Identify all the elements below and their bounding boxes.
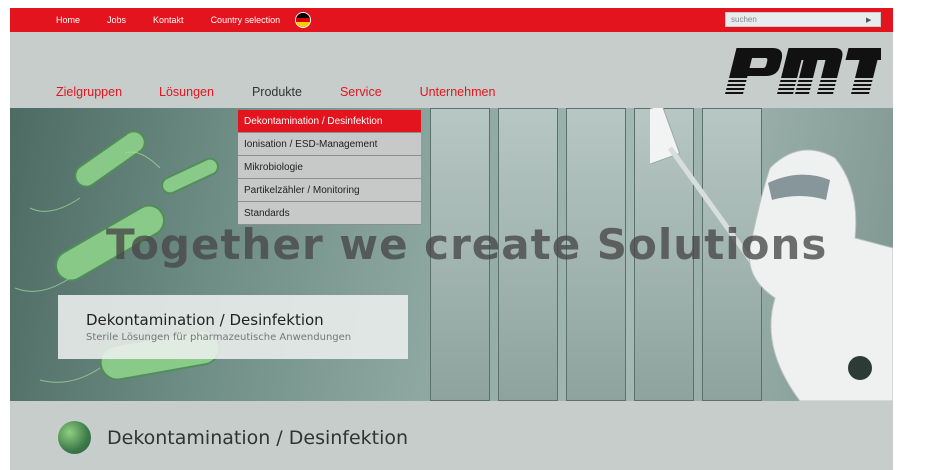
website: Home Jobs Kontakt Country selection ▶: [10, 8, 893, 470]
nav-unternehmen[interactable]: Unternehmen: [420, 85, 496, 99]
top-nav-country-selection-link[interactable]: Country selection: [211, 15, 281, 25]
search-box: ▶: [725, 12, 881, 27]
nav-service[interactable]: Service: [340, 85, 382, 99]
dropdown-item-ionisation[interactable]: Ionisation / ESD-Management: [238, 133, 421, 156]
pmt-logo[interactable]: [716, 42, 893, 100]
page-title: Dekontamination / Desinfektion: [107, 426, 409, 449]
hero-banner: Together we create Solutions Dekontamina…: [10, 108, 893, 401]
germany-flag-icon[interactable]: [295, 12, 312, 28]
page-frame: Home Jobs Kontakt Country selection ▶: [0, 0, 933, 470]
pmt-logo-graphic: [716, 48, 893, 100]
nav-zielgruppen[interactable]: Zielgruppen: [56, 85, 122, 99]
dropdown-item-standards[interactable]: Standards: [238, 202, 421, 225]
top-nav-home-link[interactable]: Home: [56, 15, 80, 25]
top-nav-jobs-link[interactable]: Jobs: [107, 15, 126, 25]
produkte-dropdown-menu: Dekontamination / Desinfektion Ionisatio…: [238, 110, 421, 225]
main-navigation: Zielgruppen Lösungen Produkte Service Un…: [56, 82, 495, 102]
bacteria-icon: [58, 421, 91, 454]
hero-caption-subtitle: Sterile Lösungen für pharmazeutische Anw…: [86, 332, 352, 343]
nav-produkte[interactable]: Produkte: [252, 85, 302, 99]
hero-tagline: Together we create Solutions: [106, 220, 828, 269]
dropdown-item-mikrobiologie[interactable]: Mikrobiologie: [238, 156, 421, 179]
arrow-right-icon[interactable]: ▶: [866, 16, 876, 24]
top-navigation: Home Jobs Kontakt Country selection: [56, 8, 312, 32]
dropdown-item-partikelzaehler[interactable]: Partikelzähler / Monitoring: [238, 179, 421, 202]
hero-caption[interactable]: Dekontamination / Desinfektion Sterile L…: [58, 295, 408, 359]
dropdown-item-dekontamination[interactable]: Dekontamination / Desinfektion: [238, 110, 421, 133]
page-title-row: Dekontamination / Desinfektion: [58, 421, 408, 454]
nav-loesungen[interactable]: Lösungen: [159, 85, 214, 99]
top-bar: Home Jobs Kontakt Country selection ▶: [10, 8, 893, 32]
search-input[interactable]: [726, 15, 866, 24]
top-nav-kontakt-link[interactable]: Kontakt: [153, 15, 184, 25]
hero-caption-title: Dekontamination / Desinfektion: [86, 311, 324, 329]
